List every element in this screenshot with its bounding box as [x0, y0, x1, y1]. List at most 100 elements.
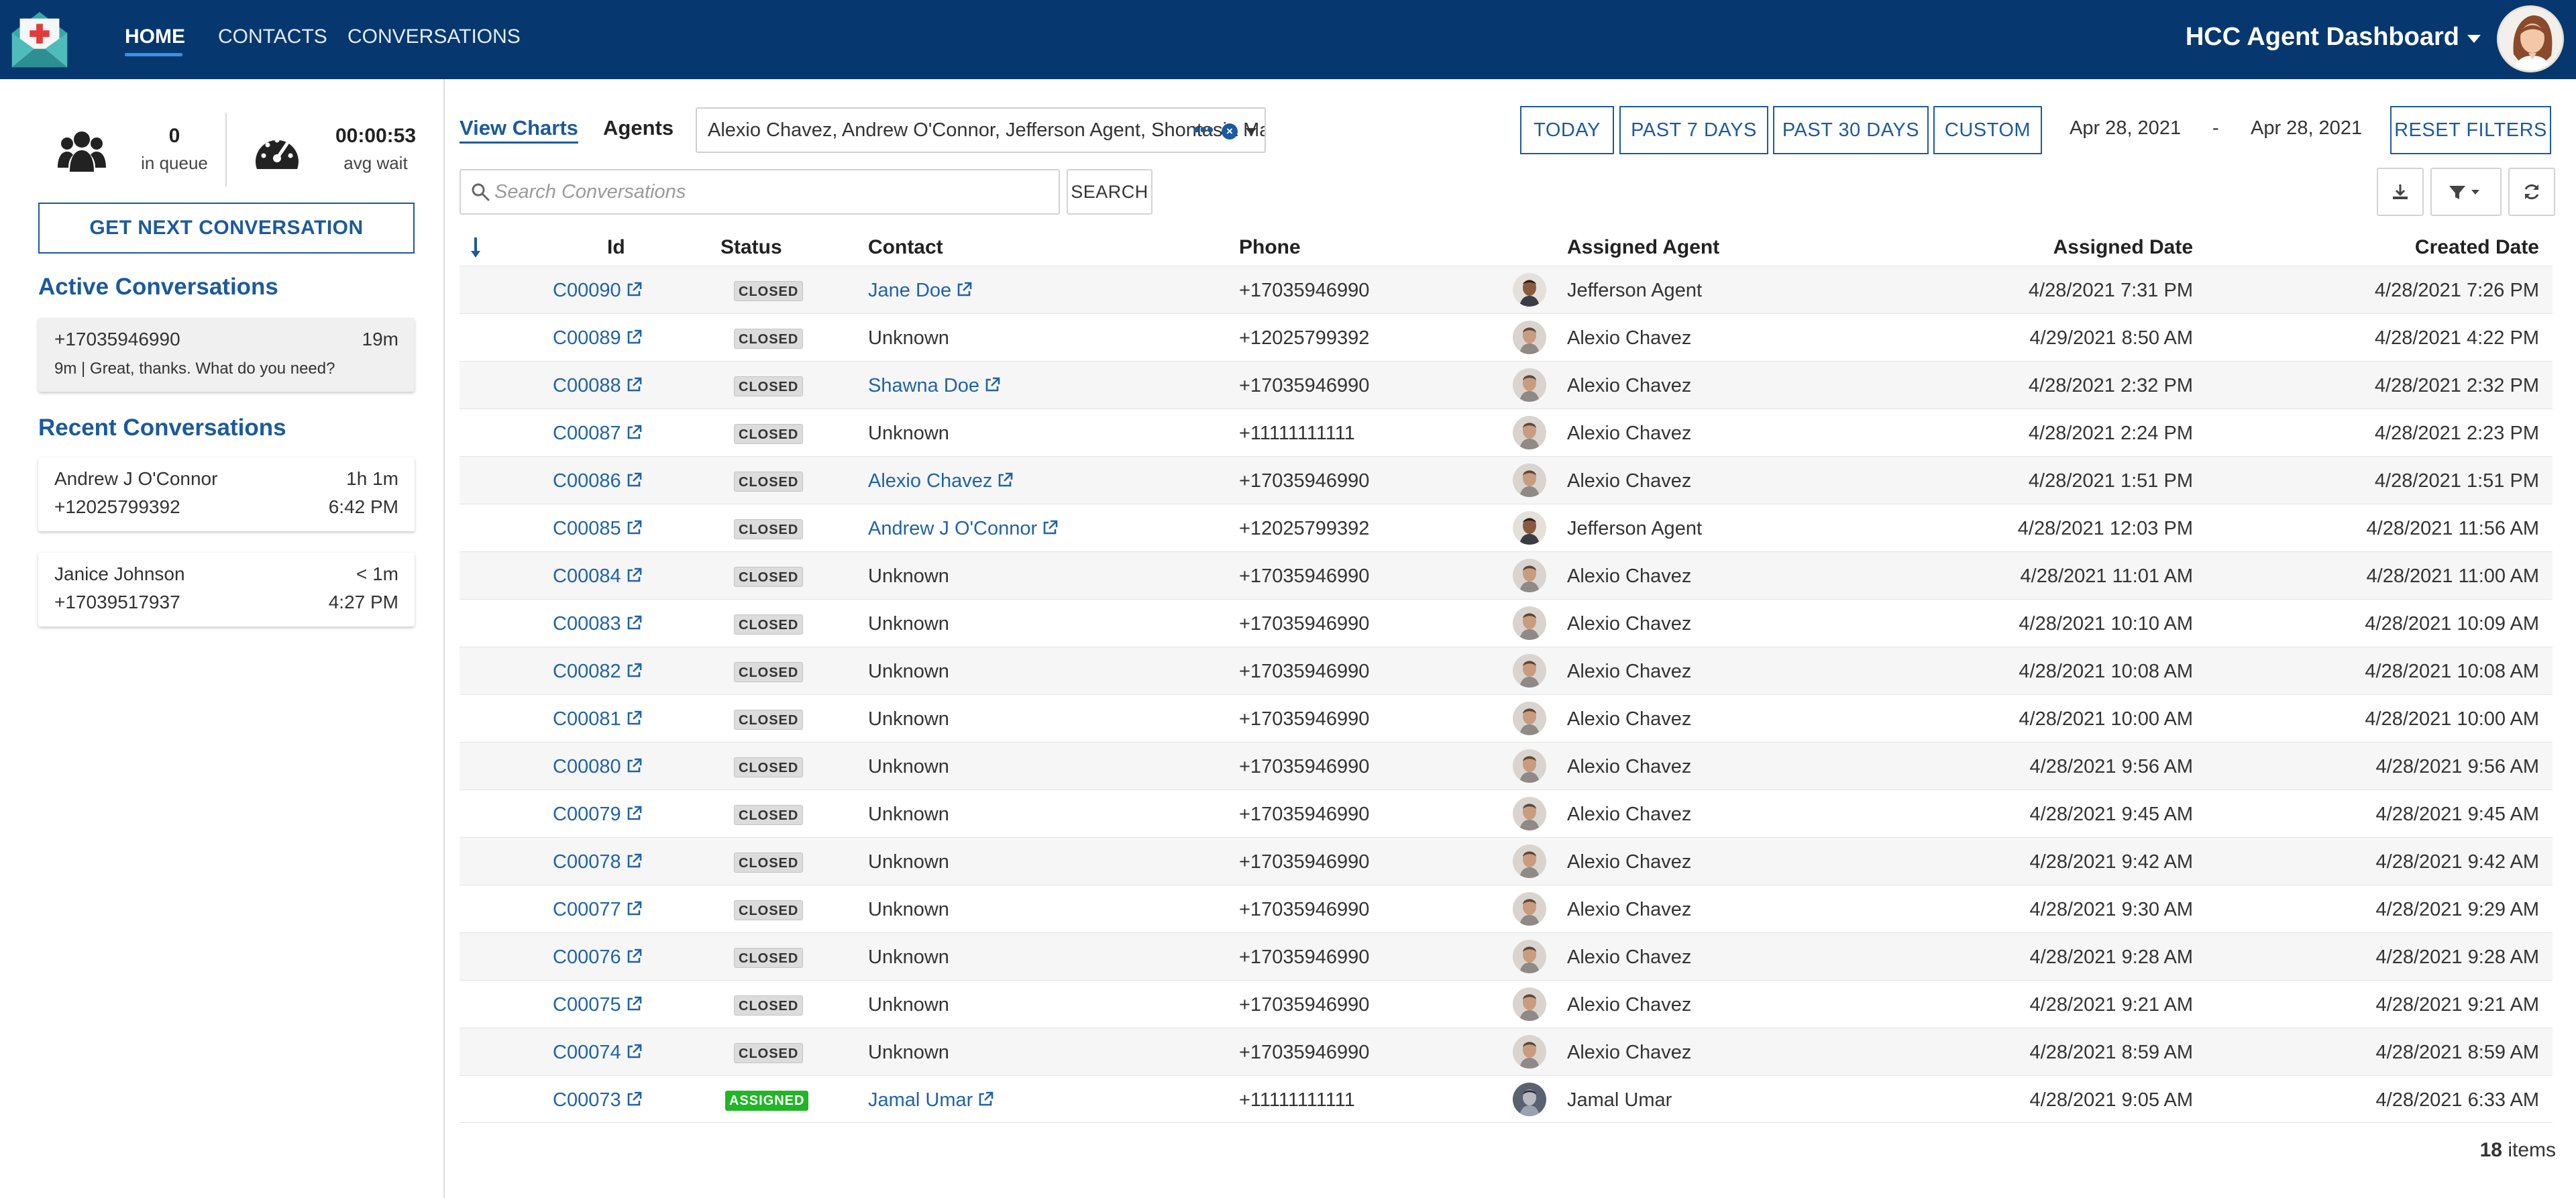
get-next-conversation-button[interactable]: GET NEXT CONVERSATION — [38, 203, 415, 254]
external-link-icon[interactable] — [625, 472, 643, 489]
conversation-id-link[interactable]: C00084 — [553, 565, 621, 587]
column-id[interactable]: Id — [607, 236, 625, 259]
table-row[interactable]: C00075 CLOSED Unknown +17035946990 Alexio Ch… — [460, 980, 2553, 1028]
conversation-id-link[interactable]: C00083 — [553, 613, 621, 635]
table-row[interactable]: C00089 CLOSED Unknown +12025799392 Alexio Ch… — [460, 313, 2553, 361]
conversation-id-link[interactable]: C00077 — [553, 899, 621, 920]
active-conversation-card[interactable]: +17035946990 19m 9m | Great, thanks. Wha… — [38, 318, 415, 392]
contact-link[interactable]: Andrew J O'Connor — [868, 518, 1037, 539]
conversation-id-link[interactable]: C00081 — [553, 708, 621, 730]
conversation-id-link[interactable]: C00078 — [553, 851, 621, 873]
contact-link[interactable]: Jane Doe — [868, 280, 951, 301]
contact-link[interactable]: Shawna Doe — [868, 375, 979, 396]
external-link-icon[interactable] — [625, 1043, 643, 1060]
today-button[interactable]: TODAY — [1520, 106, 1614, 154]
external-link-icon[interactable] — [625, 519, 643, 537]
external-link-icon[interactable] — [955, 281, 973, 298]
external-link-icon[interactable] — [625, 281, 643, 298]
table-row[interactable]: C00086 CLOSED Alexio Chavez +17035946990 Ale… — [460, 456, 2553, 504]
column-phone[interactable]: Phone — [1239, 236, 1301, 259]
conversation-id-link[interactable]: C00080 — [553, 756, 621, 777]
chevron-down-icon[interactable] — [1246, 128, 1256, 135]
search-input[interactable] — [494, 170, 1051, 213]
conversation-id-link[interactable]: C00089 — [553, 327, 621, 349]
sort-arrow-icon[interactable] — [469, 236, 482, 260]
conversation-id-link[interactable]: C00087 — [553, 423, 621, 444]
external-link-icon[interactable] — [983, 376, 1001, 394]
table-row[interactable]: C00087 CLOSED Unknown +11111111111 Alexio Ch… — [460, 409, 2553, 456]
column-created-date[interactable]: Created Date — [2415, 236, 2539, 259]
table-row[interactable]: C00081 CLOSED Unknown +17035946990 Alexio Ch… — [460, 694, 2553, 742]
refresh-button[interactable] — [2508, 168, 2555, 216]
external-link-icon[interactable] — [996, 472, 1014, 489]
conversation-id-link[interactable]: C00088 — [553, 375, 621, 396]
table-row[interactable]: C00074 CLOSED Unknown +17035946990 Alexio Ch… — [460, 1028, 2553, 1075]
external-link-icon[interactable] — [625, 567, 643, 584]
table-row[interactable]: C00076 CLOSED Unknown +17035946990 Alexio Ch… — [460, 932, 2553, 980]
conversation-id-link[interactable]: C00082 — [553, 661, 621, 682]
conversation-id-link[interactable]: C00073 — [553, 1089, 621, 1111]
table-row[interactable]: C00088 CLOSED Shawna Doe +17035946990 Alexio… — [460, 361, 2553, 409]
contact-name: Unknown — [868, 423, 949, 444]
external-link-icon[interactable] — [625, 948, 643, 965]
column-status[interactable]: Status — [720, 236, 782, 259]
external-link-icon[interactable] — [625, 614, 643, 632]
conversation-id-link[interactable]: C00075 — [553, 994, 621, 1016]
table-row[interactable]: C00073 ASSIGNED Jamal Umar +11111111111 Jama… — [460, 1075, 2553, 1123]
external-link-icon[interactable] — [625, 757, 643, 775]
export-button[interactable] — [2377, 168, 2424, 216]
external-link-icon[interactable] — [625, 424, 643, 441]
nav-home[interactable]: HOME — [125, 25, 185, 48]
table-row[interactable]: C00080 CLOSED Unknown +17035946990 Alexio Ch… — [460, 742, 2553, 789]
contact-link[interactable]: Jamal Umar — [868, 1089, 973, 1111]
external-link-icon[interactable] — [625, 329, 643, 346]
date-to[interactable]: Apr 28, 2021 — [2251, 117, 2362, 140]
custom-range-button[interactable]: CUSTOM — [1933, 106, 2042, 154]
recent-conversation-card[interactable]: Andrew J O'Connor 1h 1m +12025799392 6:4… — [38, 457, 415, 531]
external-link-icon[interactable] — [977, 1091, 994, 1108]
nav-contacts[interactable]: CONTACTS — [218, 25, 327, 48]
search-field[interactable] — [460, 169, 1060, 215]
search-button[interactable]: SEARCH — [1067, 169, 1152, 215]
external-link-icon[interactable] — [625, 1091, 643, 1108]
app-logo-icon[interactable] — [7, 7, 72, 72]
column-assigned-date[interactable]: Assigned Date — [2053, 236, 2193, 259]
table-row[interactable]: C00083 CLOSED Unknown +17035946990 Alexio Ch… — [460, 599, 2553, 647]
table-row[interactable]: C00090 CLOSED Jane Doe +17035946990 Jefferso… — [460, 266, 2553, 313]
past-30-days-button[interactable]: PAST 30 DAYS — [1773, 106, 1929, 154]
conversation-id-link[interactable]: C00085 — [553, 518, 621, 539]
table-row[interactable]: C00084 CLOSED Unknown +17035946990 Alexio Ch… — [460, 551, 2553, 599]
external-link-icon[interactable] — [625, 662, 643, 679]
table-row[interactable]: C00078 CLOSED Unknown +17035946990 Alexio Ch… — [460, 837, 2553, 885]
external-link-icon[interactable] — [625, 900, 643, 918]
external-link-icon[interactable] — [625, 376, 643, 394]
external-link-icon[interactable] — [1041, 519, 1059, 537]
table-row[interactable]: C00082 CLOSED Unknown +17035946990 Alexio Ch… — [460, 647, 2553, 694]
clear-selection-icon[interactable]: × — [1222, 123, 1238, 140]
conversation-id-link[interactable]: C00086 — [553, 470, 621, 492]
view-charts-link[interactable]: View Charts — [460, 116, 578, 144]
filter-menu-button[interactable] — [2430, 168, 2502, 216]
reset-filters-button[interactable]: RESET FILTERS — [2390, 106, 2551, 154]
external-link-icon[interactable] — [625, 805, 643, 822]
agents-multiselect[interactable]: Alexio Chavez, Andrew O'Connor, Jefferso… — [696, 107, 1266, 153]
date-from[interactable]: Apr 28, 2021 — [2070, 117, 2181, 140]
column-contact[interactable]: Contact — [868, 236, 943, 259]
table-row[interactable]: C00085 CLOSED Andrew J O'Connor +1202579939… — [460, 504, 2553, 551]
external-link-icon[interactable] — [625, 710, 643, 727]
conversation-id-link[interactable]: C00090 — [553, 280, 621, 301]
contact-link[interactable]: Alexio Chavez — [868, 470, 992, 492]
user-avatar[interactable] — [2497, 5, 2564, 72]
table-row[interactable]: C00077 CLOSED Unknown +17035946990 Alexio Ch… — [460, 885, 2553, 932]
conversation-id-link[interactable]: C00074 — [553, 1042, 621, 1063]
nav-conversations[interactable]: CONVERSATIONS — [347, 25, 521, 48]
recent-conversation-card[interactable]: Janice Johnson < 1m +17039517937 4:27 PM — [38, 553, 415, 627]
external-link-icon[interactable] — [625, 853, 643, 870]
past-7-days-button[interactable]: PAST 7 DAYS — [1619, 106, 1768, 154]
dashboard-selector[interactable]: HCC Agent Dashboard — [2186, 23, 2481, 52]
table-row[interactable]: C00079 CLOSED Unknown +17035946990 Alexio Ch… — [460, 789, 2553, 837]
conversation-id-link[interactable]: C00076 — [553, 946, 621, 968]
column-assigned-agent[interactable]: Assigned Agent — [1567, 236, 1719, 259]
external-link-icon[interactable] — [625, 995, 643, 1013]
conversation-id-link[interactable]: C00079 — [553, 804, 621, 825]
